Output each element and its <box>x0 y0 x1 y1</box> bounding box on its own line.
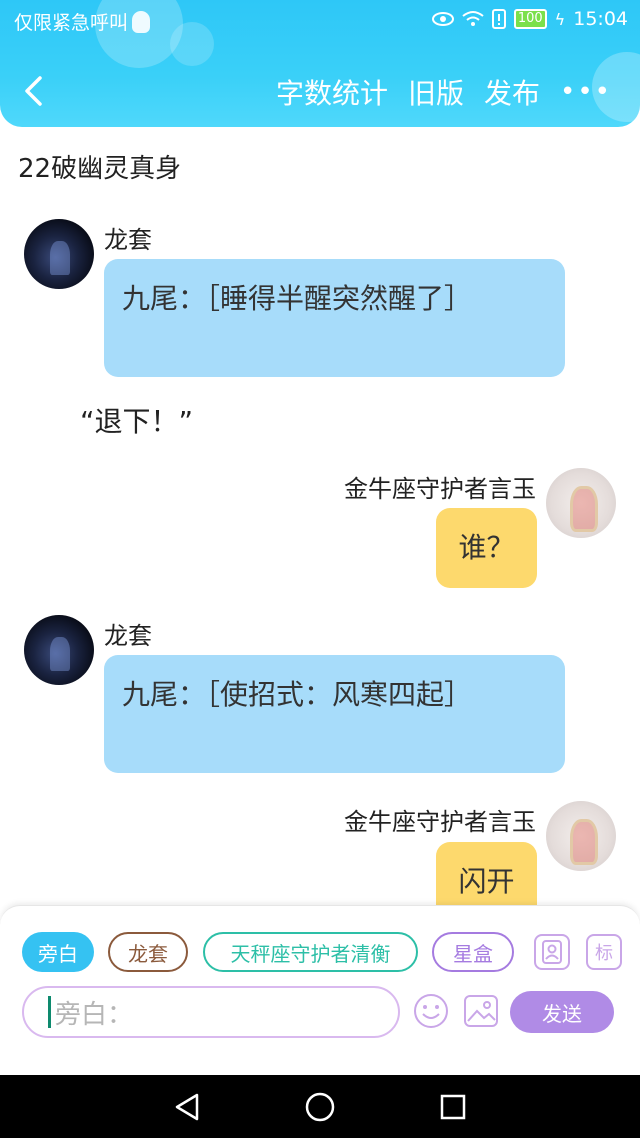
sender-name: 龙套 <box>104 622 152 650</box>
send-button[interactable]: 发送 <box>510 991 614 1033</box>
nav-home-button[interactable] <box>300 1087 340 1127</box>
story-title: 22破幽灵真身 <box>18 154 182 184</box>
sender-name: 金牛座守护者言玉 <box>344 808 536 836</box>
nav-recents-button[interactable] <box>433 1087 473 1127</box>
circle-home-icon <box>305 1092 335 1121</box>
header-actions: 字数统计 旧版 发布 ••• <box>276 72 612 112</box>
input-placeholder: 旁白： <box>55 999 134 1030</box>
image-icon <box>464 995 498 1027</box>
back-button[interactable] <box>22 74 48 110</box>
status-bar-right: 100 ϟ 15:04 <box>431 8 628 30</box>
text-caret <box>48 996 51 1028</box>
system-navbar <box>0 1075 640 1138</box>
chevron-left-icon <box>25 76 42 106</box>
message-text: 谁？ <box>458 531 515 564</box>
sim-alert-icon <box>491 9 506 29</box>
eye-icon <box>431 11 454 27</box>
avatar[interactable] <box>546 801 616 871</box>
carrier-text: 仅限紧急呼叫 <box>14 12 129 34</box>
old-version-button[interactable]: 旧版 <box>408 72 464 112</box>
sender-name: 龙套 <box>104 226 152 254</box>
triangle-back-icon <box>175 1093 198 1120</box>
contacts-button[interactable] <box>534 934 570 970</box>
image-button[interactable] <box>462 992 500 1030</box>
smiley-icon <box>414 994 448 1028</box>
message-bubble[interactable]: 九尾：［睡得半醒突然醒了］ <box>104 259 565 377</box>
clock: 15:04 <box>573 8 628 30</box>
tag-button[interactable]: 标 <box>586 934 622 970</box>
message-bubble[interactable]: 谁？ <box>436 508 537 588</box>
message-bubble[interactable]: 九尾：［使招式：风寒四起］ <box>104 655 565 773</box>
charging-icon: ϟ <box>554 9 566 29</box>
nav-back-button[interactable] <box>167 1087 207 1127</box>
wifi-icon <box>462 10 484 28</box>
more-menu-button[interactable]: ••• <box>560 77 612 107</box>
role-chip-libra-guardian[interactable]: 天秤座守护者清衡 <box>203 932 418 972</box>
narration-text[interactable]: “退下！” <box>80 400 193 440</box>
message-text: 闪开 <box>458 865 515 898</box>
role-chip-starbox[interactable]: 星盒 <box>432 932 514 972</box>
avatar[interactable] <box>24 615 94 685</box>
sender-name: 金牛座守护者言玉 <box>344 475 536 503</box>
publish-button[interactable]: 发布 <box>484 72 540 112</box>
square-recents-icon <box>441 1094 466 1119</box>
person-card-icon <box>542 940 562 964</box>
qq-icon <box>132 10 151 33</box>
app-root: 仅限紧急呼叫 100 ϟ 15:04 字数统计 旧版 发布 ••• 22破幽灵真… <box>0 0 640 1138</box>
avatar[interactable] <box>24 219 94 289</box>
word-count-button[interactable]: 字数统计 <box>276 72 388 112</box>
message-input[interactable]: 旁白： <box>22 986 400 1038</box>
emoji-button[interactable] <box>412 992 450 1030</box>
role-chip-extra[interactable]: 龙套 <box>108 932 188 972</box>
role-chip-narration[interactable]: 旁白 <box>22 932 94 972</box>
decor-bubble <box>170 22 214 66</box>
status-bar-left: 仅限紧急呼叫 <box>14 8 151 35</box>
battery-indicator: 100 <box>513 9 547 29</box>
avatar[interactable] <box>546 468 616 538</box>
top-header: 仅限紧急呼叫 100 ϟ 15:04 字数统计 旧版 发布 ••• <box>0 0 640 127</box>
message-text: 九尾：［睡得半醒突然醒了］ <box>122 282 473 315</box>
message-text: 九尾：［使招式：风寒四起］ <box>122 678 473 711</box>
